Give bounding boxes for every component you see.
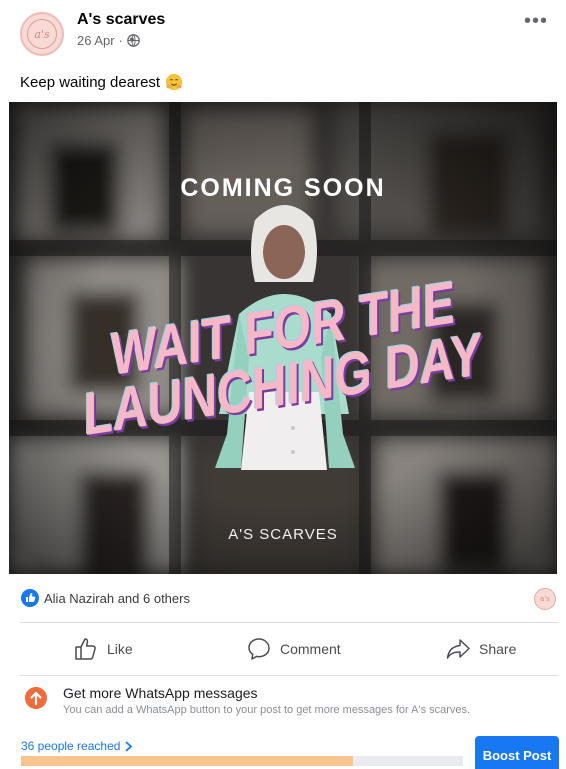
boost-post-button[interactable]: Boost Post bbox=[475, 736, 559, 769]
post-meta: 26 Apr · bbox=[77, 33, 140, 48]
reach-progress-fill bbox=[21, 756, 353, 766]
reactions-summary[interactable]: Alia Nazirah and 6 others bbox=[44, 591, 190, 606]
post-image[interactable]: COMING SOON WAIT FOR THE LAUNCHING DAY A… bbox=[9, 102, 557, 574]
more-icon[interactable]: ••• bbox=[524, 10, 548, 33]
post-date[interactable]: 26 Apr bbox=[77, 33, 115, 48]
reach-link[interactable]: 36 people reached bbox=[21, 739, 133, 753]
comment-label: Comment bbox=[280, 641, 341, 657]
actions-row: Like Comment Share bbox=[0, 628, 566, 672]
arrow-up-icon bbox=[25, 687, 47, 709]
reach-count: 36 people reached bbox=[21, 739, 121, 753]
page-avatar[interactable]: a's bbox=[20, 12, 64, 56]
comment-icon bbox=[248, 638, 270, 660]
coming-soon-text: COMING SOON bbox=[180, 174, 386, 202]
divider bbox=[20, 675, 558, 676]
reach-row: 36 people reached Boost Post bbox=[0, 734, 566, 769]
page-name[interactable]: A's scarves bbox=[77, 11, 165, 29]
like-badge-icon bbox=[21, 589, 39, 607]
globe-icon bbox=[127, 34, 140, 47]
share-button[interactable]: Share bbox=[445, 636, 516, 662]
promo-subtitle: You can add a WhatsApp button to your po… bbox=[63, 704, 471, 716]
promo-title: Get more WhatsApp messages bbox=[63, 685, 258, 701]
like-button[interactable]: Like bbox=[73, 636, 133, 662]
post-header: a's A's scarves 26 Apr · ••• bbox=[0, 0, 566, 70]
whatsapp-promo[interactable]: Get more WhatsApp messages You can add a… bbox=[0, 680, 566, 730]
divider bbox=[20, 622, 558, 623]
comment-button[interactable]: Comment bbox=[246, 636, 341, 662]
reaction-avatar[interactable]: a's bbox=[534, 588, 556, 610]
like-label: Like bbox=[107, 641, 133, 657]
thumbs-up-icon bbox=[75, 638, 96, 660]
reactions-row[interactable]: Alia Nazirah and 6 others a's bbox=[0, 586, 566, 612]
share-label: Share bbox=[479, 641, 517, 657]
reach-progress-bar bbox=[21, 756, 463, 766]
meta-separator: · bbox=[118, 33, 123, 48]
hug-emoji-icon bbox=[165, 73, 183, 91]
page-avatar-logo: a's bbox=[27, 19, 57, 49]
share-icon bbox=[446, 639, 470, 659]
chevron-right-icon bbox=[125, 740, 133, 752]
post-message: Keep waiting dearest bbox=[20, 73, 161, 91]
post-text: Keep waiting dearest bbox=[20, 73, 183, 91]
brand-caption: A'S SCARVES bbox=[228, 526, 338, 543]
